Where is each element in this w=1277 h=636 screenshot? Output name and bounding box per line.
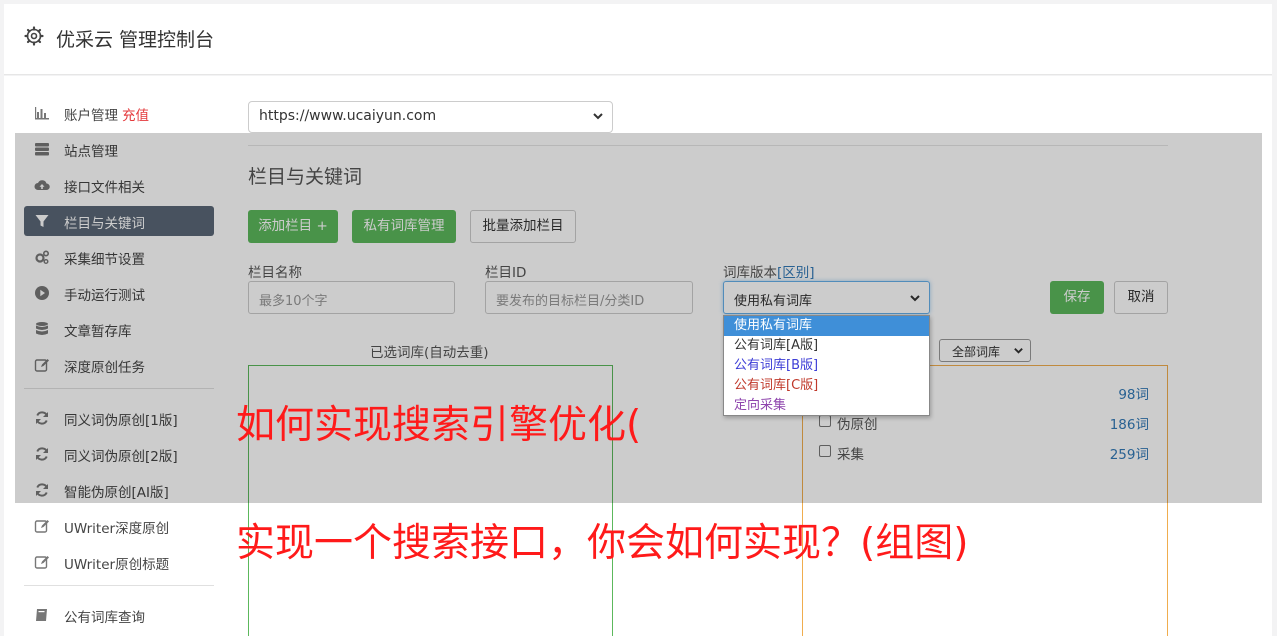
sidebar-item-label: 公有词库查询 bbox=[64, 610, 145, 626]
column-id-label: 栏目ID bbox=[485, 265, 527, 281]
bar-chart-icon bbox=[35, 107, 49, 120]
lib-version-dropdown[interactable]: 使用私有词库 公有词库[A版] 公有词库[B版] 公有词库[C版] 定向采集 bbox=[723, 315, 930, 416]
sidebar-item-synonym-v2[interactable]: 同义词伪原创[2版] bbox=[24, 439, 214, 469]
panel-divider bbox=[248, 145, 1168, 146]
lib-item-checkbox[interactable] bbox=[819, 445, 831, 457]
overlay-caption-1: 如何实现搜索引擎优化( bbox=[236, 403, 642, 448]
refresh-icon bbox=[36, 411, 48, 425]
sidebar-item-label: 栏目与关键词 bbox=[64, 216, 145, 232]
sidebar-item-label: UWriter深度原创 bbox=[64, 521, 170, 537]
sidebar-item-public-lib-query[interactable]: 公有词库查询 bbox=[24, 600, 214, 630]
sidebar-item-deep-original[interactable]: 深度原创任务 bbox=[24, 350, 214, 380]
sidebar-item-label: 同义词伪原创[2版] bbox=[64, 449, 178, 465]
column-name-label: 栏目名称 bbox=[248, 265, 302, 281]
sidebar: 账户管理 充值 站点管理 接口文件相关 栏目与关键词 采集细节设置 手动运行测试 … bbox=[24, 98, 214, 636]
sidebar-item-label: 同义词伪原创[1版] bbox=[64, 413, 178, 429]
cancel-button[interactable]: 取消 bbox=[1114, 281, 1168, 314]
lib-filter-select[interactable]: 全部词库 bbox=[939, 339, 1031, 362]
app-title: 优采云 管理控制台 bbox=[56, 29, 215, 51]
sidebar-item-interface-files[interactable]: 接口文件相关 bbox=[24, 170, 214, 200]
sidebar-item-columns-keywords[interactable]: 栏目与关键词 bbox=[24, 206, 214, 236]
sidebar-item-sites[interactable]: 站点管理 bbox=[24, 134, 214, 164]
site-select[interactable]: https://www.ucaiyun.com bbox=[248, 101, 613, 133]
dropdown-option-public-a[interactable]: 公有词库[A版] bbox=[724, 336, 929, 356]
edit-icon bbox=[34, 520, 49, 533]
edit-icon bbox=[34, 556, 49, 569]
sidebar-item-label: 文章暂存库 bbox=[64, 324, 132, 340]
sidebar-item-article-store[interactable]: 文章暂存库 bbox=[24, 314, 214, 344]
gear-icon bbox=[24, 26, 44, 46]
gears-icon bbox=[35, 250, 50, 264]
add-column-button[interactable]: 添加栏目 + bbox=[248, 210, 338, 243]
recharge-link[interactable]: 充值 bbox=[122, 108, 149, 124]
lib-item-checkbox[interactable] bbox=[819, 415, 831, 427]
lib-item-count: 186词 bbox=[1109, 417, 1149, 433]
private-lib-button[interactable]: 私有词库管理 bbox=[352, 210, 456, 243]
site-select-value: https://www.ucaiyun.com bbox=[259, 108, 437, 124]
lib-item[interactable]: 采集 259词 bbox=[819, 441, 1149, 463]
selected-lib-label: 已选词库(自动去重) bbox=[370, 345, 489, 361]
lib-version-value: 使用私有词库 bbox=[734, 294, 813, 309]
lib-item-count: 98词 bbox=[1118, 387, 1149, 403]
sidebar-item-ai-rewrite[interactable]: 智能伪原创[AI版] bbox=[24, 475, 214, 505]
filter-icon bbox=[35, 215, 49, 227]
chevron-down-icon bbox=[1014, 348, 1023, 354]
sidebar-item-label: 深度原创任务 bbox=[64, 360, 145, 376]
sidebar-item-label: UWriter原创标题 bbox=[64, 557, 170, 573]
dropdown-option-public-c[interactable]: 公有词库[C版] bbox=[724, 376, 929, 396]
sidebar-item-label: 智能伪原创[AI版] bbox=[64, 485, 169, 501]
column-id-input[interactable]: 要发布的目标栏目/分类ID bbox=[485, 281, 693, 314]
database-icon bbox=[36, 322, 48, 335]
sidebar-item-account[interactable]: 账户管理 充值 bbox=[24, 98, 214, 128]
sidebar-item-uwriter-deep[interactable]: UWriter深度原创 bbox=[24, 511, 214, 541]
sidebar-item-label: 采集细节设置 bbox=[64, 252, 145, 268]
lib-version-label-text: 词库版本 bbox=[723, 265, 777, 281]
lib-item-name: 伪原创 bbox=[837, 417, 878, 433]
sidebar-divider bbox=[24, 388, 214, 389]
dropdown-option-public-b[interactable]: 公有词库[B版] bbox=[724, 356, 929, 376]
chevron-down-icon bbox=[910, 295, 920, 302]
app-header: 优采云 管理控制台 bbox=[4, 4, 1272, 75]
refresh-icon bbox=[36, 483, 48, 497]
sidebar-item-label: 账户管理 bbox=[64, 108, 118, 124]
dropdown-option-directed[interactable]: 定向采集 bbox=[724, 396, 929, 416]
sidebar-divider bbox=[24, 585, 214, 586]
play-circle-icon bbox=[35, 286, 49, 300]
book-icon bbox=[36, 609, 47, 621]
batch-add-column-button[interactable]: 批量添加栏目 bbox=[470, 210, 576, 243]
sidebar-item-uwriter-title[interactable]: UWriter原创标题 bbox=[24, 547, 214, 577]
chevron-down-icon bbox=[593, 113, 603, 120]
cloud-upload-icon bbox=[34, 180, 50, 190]
sidebar-item-manual-run[interactable]: 手动运行测试 bbox=[24, 278, 214, 308]
server-icon bbox=[35, 143, 49, 156]
lib-version-label: 词库版本[区别] bbox=[723, 261, 815, 281]
column-name-input[interactable]: 最多10个字 bbox=[248, 281, 455, 314]
diff-link[interactable]: [区别] bbox=[777, 265, 815, 281]
dropdown-option-private[interactable]: 使用私有词库 bbox=[724, 316, 929, 336]
save-button[interactable]: 保存 bbox=[1050, 281, 1104, 314]
refresh-icon bbox=[36, 447, 48, 461]
sidebar-item-synonym-v1[interactable]: 同义词伪原创[1版] bbox=[24, 403, 214, 433]
sidebar-item-label: 接口文件相关 bbox=[64, 180, 145, 196]
lib-filter-value: 全部词库 bbox=[952, 345, 1001, 359]
sidebar-item-label: 手动运行测试 bbox=[64, 288, 145, 304]
edit-icon bbox=[34, 359, 49, 372]
lib-item-count: 259词 bbox=[1109, 447, 1149, 463]
overlay-caption-2: 实现一个搜索接口，你会如何实现？(组图) bbox=[236, 521, 969, 566]
sidebar-item-collect-settings[interactable]: 采集细节设置 bbox=[24, 242, 214, 272]
sidebar-item-label: 站点管理 bbox=[64, 144, 118, 160]
lib-item-name: 采集 bbox=[837, 447, 864, 463]
panel-title: 栏目与关键词 bbox=[248, 166, 363, 188]
lib-version-select[interactable]: 使用私有词库 bbox=[723, 281, 930, 314]
